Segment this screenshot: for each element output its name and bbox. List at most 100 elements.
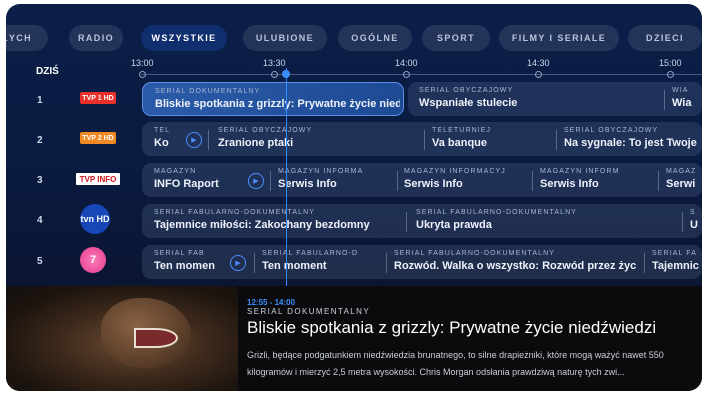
program-category: SERIAL OBYCZAJOWY (218, 127, 313, 134)
program-title: Wia (672, 97, 692, 109)
current-time-marker (282, 70, 290, 78)
epg-screen: ŁYCH RADIO WSZYSTKIE ULUBIONE OGÓLNE SPO… (6, 4, 702, 391)
time-tick: 13:00 (131, 58, 154, 68)
program-title: Tajemnic (652, 260, 699, 272)
channel-number: 2 (37, 135, 43, 146)
program-detail-panel: 12:55 - 14:00 SERIAL DOKUMENTALNY Bliski… (6, 286, 702, 391)
tvn7-logo: 7 (80, 247, 106, 273)
channel-number: 5 (37, 256, 43, 267)
time-tick-dot (271, 71, 278, 78)
separator (644, 253, 645, 273)
program-category: MAGAZYN INFORMA (278, 168, 364, 175)
separator (406, 212, 407, 232)
program-category: SERIAL FABULARNO-DOKUMENTALNY (154, 209, 316, 216)
time-tick: 14:00 (395, 58, 418, 68)
program-category: SERIAL DOKUMENTALNY (155, 88, 261, 95)
time-tick-dot (535, 71, 542, 78)
program-category: MAGAZYN INFORM (540, 168, 620, 175)
program-category: SERIAL OBYCZAJOWY (564, 127, 659, 134)
program-title: Serwi (666, 178, 696, 190)
channel-number: 1 (37, 95, 43, 106)
current-time-line (286, 68, 287, 293)
program-title: Serwis Info (404, 178, 463, 190)
program-category: MAGAZYN (154, 168, 197, 175)
separator (254, 253, 255, 273)
today-label: DZIŚ (36, 66, 59, 77)
play-icon[interactable]: ▶ (230, 255, 246, 271)
program-title: Zranione ptaki (218, 137, 294, 149)
program-title: Tajemnice miłości: Zakochany bezdomny (154, 219, 370, 231)
program-description: Grizli, będące podgatunkiem niedźwiedzia… (247, 350, 664, 377)
tab-kids[interactable]: DZIECI (628, 25, 702, 51)
time-axis-line (141, 74, 702, 75)
program-category: SERIAL FABULARNO-DOKUMENTALNY (394, 250, 556, 257)
separator (386, 253, 387, 273)
time-tick: 14:30 (527, 58, 550, 68)
tab-favorites[interactable]: ULUBIONE (243, 25, 327, 51)
program-title: Ten moment (262, 260, 327, 272)
program-title: Na sygnale: To jest Twoje (564, 137, 697, 149)
program-cell[interactable]: SERIAL OBYCZAJOWY Wspaniałe stulecie WIA… (408, 82, 702, 116)
program-category: SERIAL FA (652, 250, 698, 257)
separator (532, 171, 533, 191)
play-icon[interactable]: ▶ (248, 173, 264, 189)
program-time-range: 12:55 - 14:00 (247, 298, 296, 307)
program-category: MAGAZ (666, 168, 697, 175)
program-category: S (690, 209, 696, 216)
separator (682, 212, 683, 232)
program-cell[interactable]: MAGAZYN INFO Raport ▶ MAGAZYN INFORMA Se… (142, 163, 702, 197)
program-title: Va banque (432, 137, 488, 149)
program-category: SERIAL OBYCZAJOWY (419, 87, 514, 94)
program-title: Bliskie spotkania z grizzly: Prywatne ży… (155, 98, 400, 110)
tab-radio[interactable]: RADIO (69, 25, 123, 51)
category-tabs: ŁYCH RADIO WSZYSTKIE ULUBIONE OGÓLNE SPO… (6, 25, 702, 51)
program-title: Ko (154, 137, 169, 149)
program-category: MAGAZYN INFORMACYJ (404, 168, 506, 175)
program-category: TEL (154, 127, 171, 134)
program-title: INFO Raport (154, 178, 219, 190)
program-category: SERIAL FAB (154, 250, 205, 257)
tab-sport[interactable]: SPORT (422, 25, 490, 51)
program-cell[interactable]: TEL Ko ▶ SERIAL OBYCZAJOWY Zranione ptak… (142, 122, 702, 156)
program-category: WIA (672, 87, 689, 94)
tab-general[interactable]: OGÓLNE (338, 25, 412, 51)
tvp2-logo: TVP 2 HD (80, 132, 116, 144)
program-category: TELETURNIEJ (432, 127, 492, 134)
tvp-info-logo: TVP INFO (76, 173, 120, 185)
time-tick-dot (403, 71, 410, 78)
separator (424, 130, 425, 150)
separator (556, 130, 557, 150)
program-cell[interactable]: SERIAL FAB Ten momen ▶ SERIAL FABULARNO-… (142, 245, 702, 279)
channel-number: 3 (37, 175, 43, 186)
program-title: Ten momen (154, 260, 215, 272)
program-title: Serwis Info (540, 178, 599, 190)
tvn-logo: tvn HD (80, 204, 110, 234)
time-tick-dot (139, 71, 146, 78)
program-category: SERIAL FABULARNO-DOKUMENTALNY (416, 209, 578, 216)
tab-movies-series[interactable]: FILMY I SERIALE (499, 25, 619, 51)
tab-all[interactable]: WSZYSTKIE (141, 25, 227, 51)
program-category: SERIAL DOKUMENTALNY (247, 307, 371, 316)
play-icon[interactable]: ▶ (186, 132, 202, 148)
time-tick: 13:30 (263, 58, 286, 68)
program-title: Ukryta prawda (416, 219, 492, 231)
tvp1-logo: TVP 1 HD (80, 92, 116, 104)
bear-mouth-shape (134, 328, 178, 348)
program-title: Wspaniałe stulecie (419, 97, 518, 109)
program-title: Rozwód. Walka o wszystko: Rozwód przez ż… (394, 260, 637, 272)
program-detail-title: Bliskie spotkania z grizzly: Prywatne ży… (247, 318, 657, 337)
program-category: SERIAL FABULARNO-D (262, 250, 359, 257)
separator (270, 171, 271, 191)
time-tick: 15:00 (659, 58, 682, 68)
time-tick-dot (667, 71, 674, 78)
separator (397, 171, 398, 191)
program-cell[interactable]: SERIAL FABULARNO-DOKUMENTALNY Tajemnice … (142, 204, 702, 238)
program-cell-selected[interactable]: SERIAL DOKUMENTALNY Bliskie spotkania z … (142, 82, 404, 116)
tab-partial[interactable]: ŁYCH (6, 25, 48, 51)
separator (658, 171, 659, 191)
channel-number: 4 (37, 215, 43, 226)
separator (664, 90, 665, 110)
program-title: Serwis Info (278, 178, 337, 190)
separator (208, 130, 209, 150)
program-thumbnail (6, 286, 238, 391)
